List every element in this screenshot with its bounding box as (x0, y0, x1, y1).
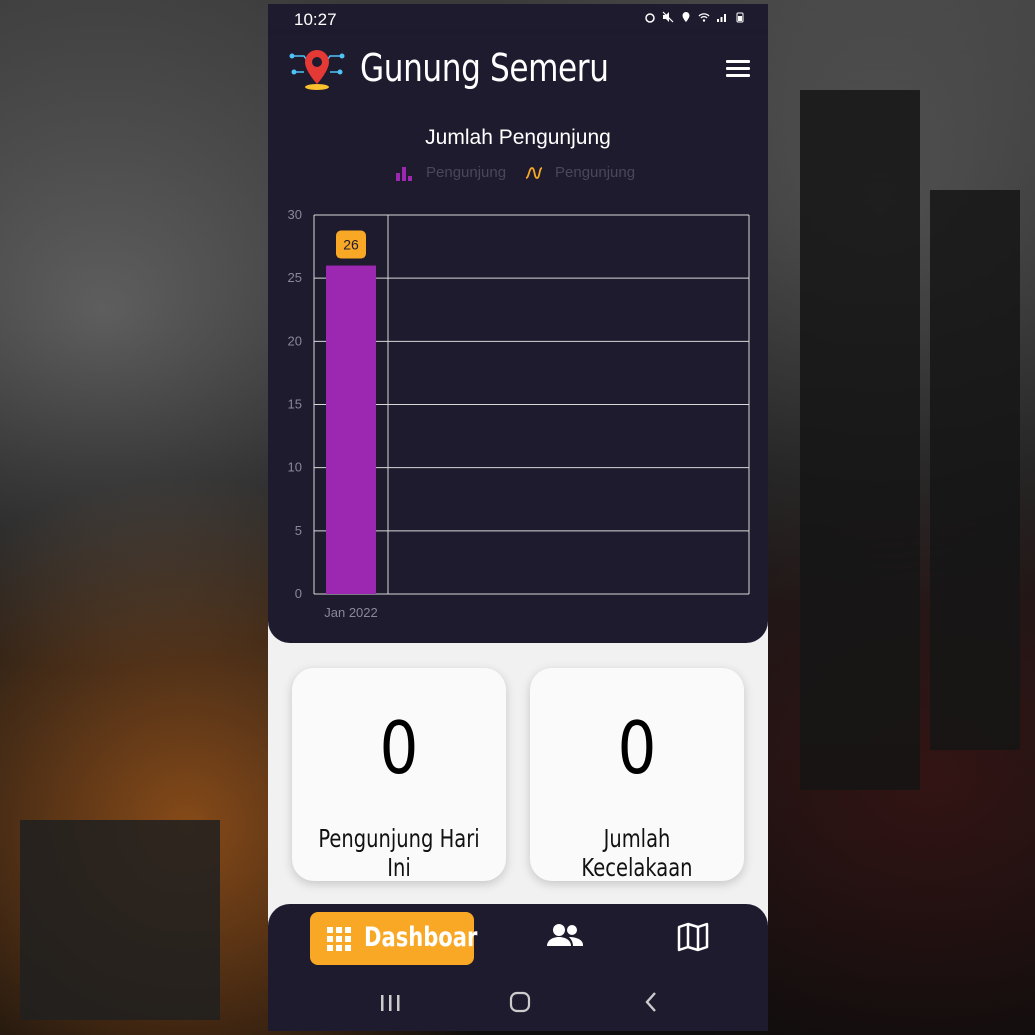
y-tick-label: 25 (288, 270, 302, 285)
bar (326, 265, 376, 594)
signal-icon (717, 14, 726, 22)
y-tick-label: 5 (295, 523, 302, 538)
location-icon (682, 12, 690, 22)
bottom-navigation: Dashboar (268, 904, 768, 1031)
phone-screen: 10:27 Gunung Semeru Jumlah Pengunjung Pe… (268, 4, 768, 1031)
stat-label: Jumlah Kecelakaan (581, 824, 693, 882)
stat-value: 0 (379, 706, 419, 790)
y-tick-label: 0 (295, 586, 302, 601)
nav-dashboard-button[interactable]: Dashboar (310, 912, 478, 965)
recent-apps-button[interactable] (376, 987, 406, 1017)
x-tick-label: Jan 2022 (324, 605, 378, 620)
y-tick-label: 15 (288, 397, 302, 412)
visitor-chart-card: Jumlah Pengunjung Pengunjung Pengunjung … (268, 104, 768, 643)
app-bar: Gunung Semeru (268, 34, 768, 104)
home-icon (509, 991, 531, 1013)
stat-label: Pengunjung Hari Ini (318, 824, 480, 882)
grid-icon (327, 927, 351, 951)
y-tick-label: 30 (288, 207, 302, 222)
bar-chart: 0 5 10 15 20 25 30 26 Jan 2022 (288, 207, 750, 620)
background-building (930, 190, 1020, 750)
app-title: Gunung Semeru (360, 46, 609, 90)
map-icon (677, 922, 709, 952)
location-pin-logo-icon (289, 50, 345, 90)
background-building (20, 820, 220, 1020)
back-icon (645, 992, 656, 1012)
home-button[interactable] (505, 987, 535, 1017)
alarm-icon (645, 13, 655, 23)
y-tick-label: 20 (288, 333, 302, 348)
wifi-icon (698, 13, 710, 22)
stat-card-visitors-today: 0 Pengunjung Hari Ini (292, 668, 506, 882)
nav-dashboard-label: Dashboar (364, 922, 478, 953)
recent-apps-icon (381, 995, 400, 1011)
people-icon (547, 924, 583, 946)
data-label: 26 (343, 237, 359, 253)
background-building (800, 90, 920, 790)
back-button[interactable] (636, 987, 666, 1017)
nav-people-button[interactable] (547, 922, 587, 954)
status-icons (644, 11, 746, 23)
status-bar: 10:27 (268, 4, 768, 34)
status-time: 10:27 (294, 10, 337, 29)
nav-map-button[interactable] (677, 922, 717, 954)
mute-icon (662, 11, 674, 23)
stat-card-accidents: 0 Jumlah Kecelakaan (530, 668, 744, 882)
stats-section: 0 Pengunjung Hari Ini 0 Jumlah Kecelakaa… (268, 643, 768, 903)
stat-value: 0 (617, 706, 657, 790)
menu-button[interactable] (726, 60, 750, 78)
battery-icon (736, 12, 744, 23)
y-tick-label: 10 (288, 460, 302, 475)
